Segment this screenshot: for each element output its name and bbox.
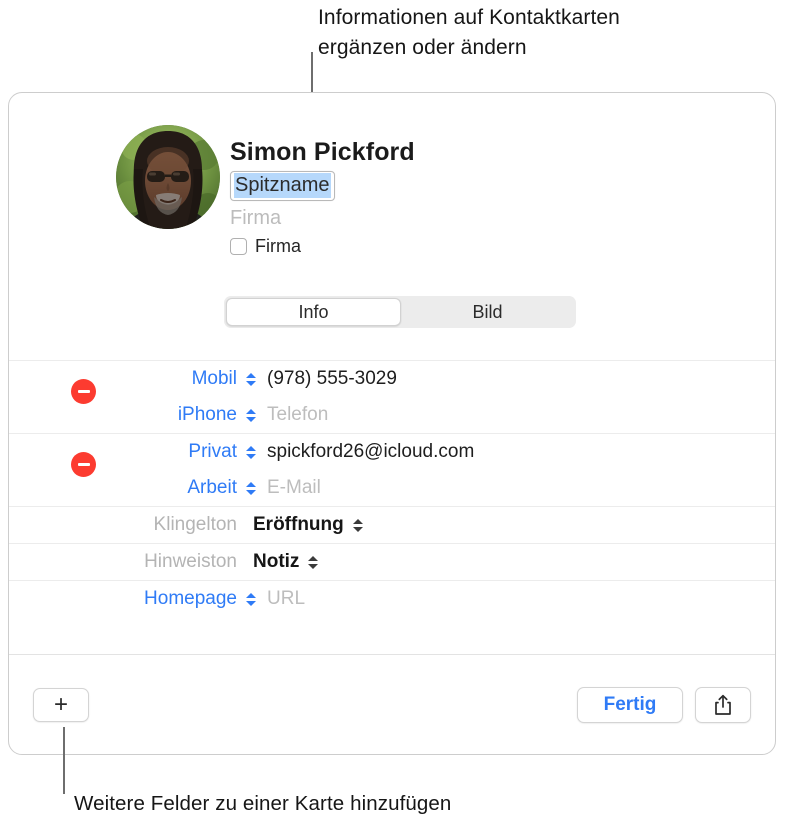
field-group-alerttone: Hinweiston Notiz [9, 543, 775, 580]
chevron-updown-icon-mobil[interactable] [244, 372, 258, 386]
field-row-privat[interactable]: Privat spickford26@icloud.com [9, 434, 775, 470]
company-input[interactable]: Firma [230, 205, 415, 231]
avatar[interactable] [116, 125, 220, 229]
field-value-hinweiston[interactable]: Notiz [253, 551, 299, 573]
company-checkbox[interactable] [230, 238, 247, 255]
field-label-klingelton: Klingelton [153, 514, 237, 535]
bottom-callout-leader-line [63, 727, 65, 794]
nickname-input[interactable]: Spitzname [230, 171, 335, 201]
field-row-hinweiston[interactable]: Hinweiston Notiz [9, 544, 775, 580]
chevron-updown-icon-arbeit[interactable] [244, 481, 258, 495]
nickname-input-value: Spitzname [234, 173, 331, 198]
field-row-arbeit[interactable]: Arbeit E-Mail [9, 470, 775, 506]
card-toolbar: + Fertig [9, 654, 775, 754]
field-row-iphone[interactable]: iPhone Telefon [9, 397, 775, 433]
field-label-arbeit[interactable]: Arbeit [59, 477, 237, 499]
field-group-homepage: Homepage URL [9, 580, 775, 617]
bottom-callout-text: Weitere Felder zu einer Karte hinzufügen [74, 792, 452, 815]
field-group-email: Privat spickford26@icloud.com Arbeit E-M… [9, 433, 775, 506]
tab-bild[interactable]: Bild [401, 298, 574, 326]
chevron-updown-icon-iphone[interactable] [244, 408, 258, 422]
contact-full-name[interactable]: Simon Pickford [230, 137, 415, 167]
tab-info[interactable]: Info [226, 298, 401, 326]
field-label-hinweiston: Hinweiston [144, 551, 237, 572]
chevron-updown-icon-privat[interactable] [244, 445, 258, 459]
field-row-mobil[interactable]: Mobil (978) 555-3029 [9, 361, 775, 397]
name-block: Simon Pickford Spitzname Firma Firma [230, 137, 415, 257]
contact-card: Simon Pickford Spitzname Firma Firma Inf… [8, 92, 776, 755]
chevron-updown-icon-klingelton[interactable] [351, 518, 365, 532]
share-icon [715, 694, 731, 715]
contact-field-list: Mobil (978) 555-3029 iPhone Telefon Priv… [9, 360, 775, 617]
minus-icon [77, 390, 90, 393]
field-value-klingelton[interactable]: Eröffnung [253, 514, 344, 536]
field-value-mobil[interactable]: (978) 555-3029 [267, 368, 397, 390]
done-button-label: Fertig [603, 693, 657, 715]
field-row-homepage[interactable]: Homepage URL [9, 581, 775, 617]
chevron-updown-icon-hinweiston[interactable] [306, 555, 320, 569]
chevron-updown-icon-homepage[interactable] [244, 592, 258, 606]
field-group-ringtone: Klingelton Eröffnung [9, 506, 775, 543]
field-value-privat[interactable]: spickford26@icloud.com [267, 441, 474, 463]
field-label-homepage[interactable]: Homepage [59, 588, 237, 610]
field-row-klingelton[interactable]: Klingelton Eröffnung [9, 507, 775, 543]
add-field-button[interactable]: + [33, 687, 89, 722]
field-value-iphone[interactable]: Telefon [267, 404, 328, 426]
company-checkbox-label: Firma [255, 236, 301, 256]
contact-card-header: Simon Pickford Spitzname Firma Firma Inf… [9, 93, 775, 328]
field-label-iphone[interactable]: iPhone [59, 404, 237, 426]
minus-icon [77, 463, 90, 466]
company-checkbox-row[interactable]: Firma [230, 236, 415, 257]
share-button[interactable] [695, 686, 751, 723]
done-button[interactable]: Fertig [577, 686, 683, 723]
remove-phone-button[interactable] [71, 379, 96, 404]
remove-email-button[interactable] [71, 452, 96, 477]
plus-icon: + [53, 690, 68, 718]
info-image-segmented-control[interactable]: Info Bild [224, 296, 576, 328]
field-value-arbeit[interactable]: E-Mail [267, 477, 321, 499]
field-group-phone: Mobil (978) 555-3029 iPhone Telefon [9, 360, 775, 433]
top-callout-text: Informationen auf Kontaktkarten ergänzen… [318, 6, 620, 59]
field-value-homepage[interactable]: URL [267, 588, 305, 610]
